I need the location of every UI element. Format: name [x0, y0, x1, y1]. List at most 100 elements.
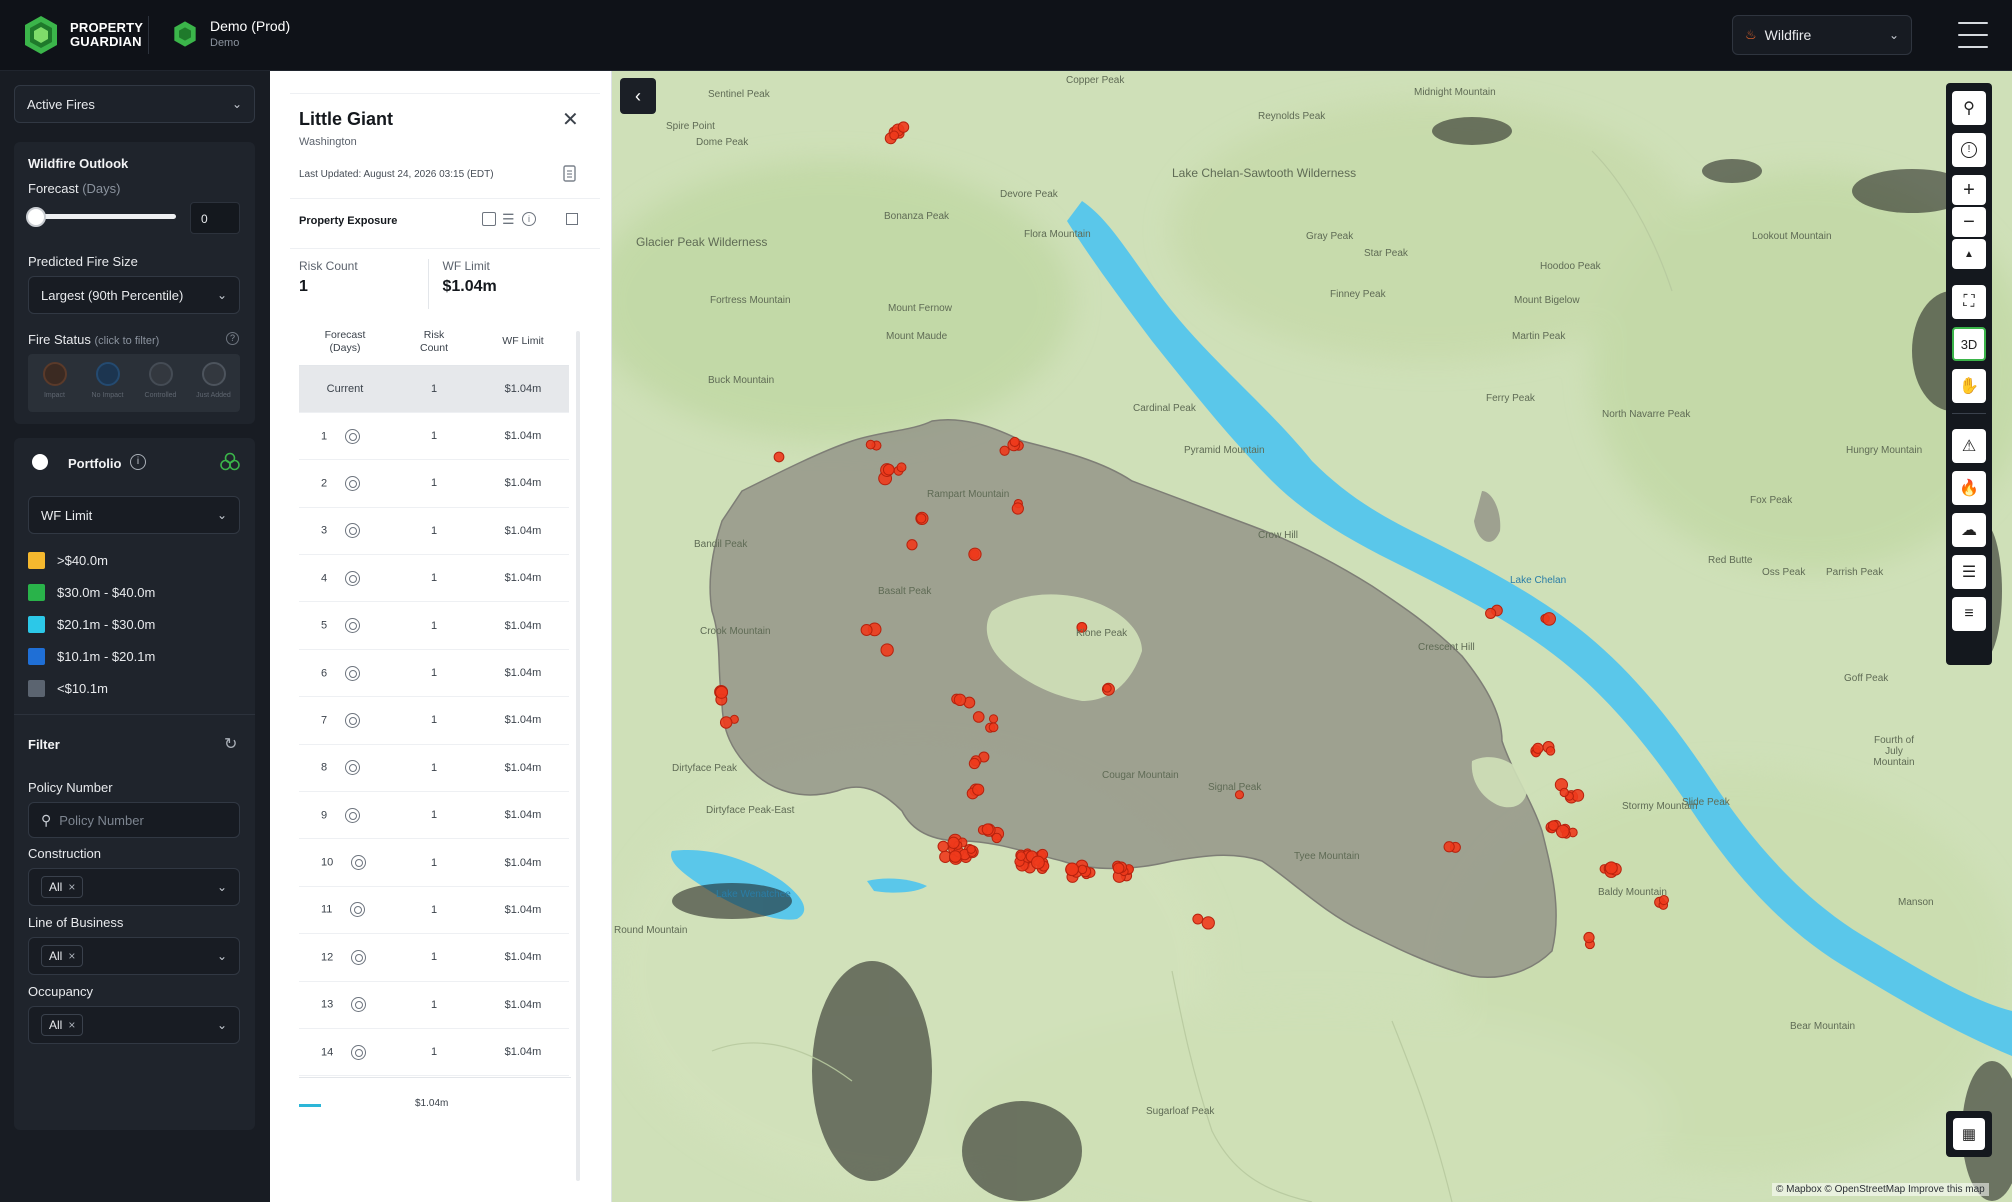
hamburger-menu-icon[interactable] — [1958, 22, 1988, 48]
close-icon[interactable]: ✕ — [562, 107, 579, 132]
target-icon[interactable] — [345, 475, 361, 491]
fire-hotspot[interactable] — [1532, 742, 1544, 754]
table-row[interactable]: 1 1 $1.04m — [299, 412, 569, 461]
target-icon[interactable] — [351, 997, 367, 1013]
fire-hotspot[interactable] — [1192, 913, 1204, 925]
hazard-warning-button[interactable]: ⚠ — [1952, 429, 1986, 463]
target-icon[interactable] — [345, 428, 361, 444]
target-icon[interactable] — [345, 712, 361, 728]
hazard-select[interactable]: ♨ Wildfire ⌄ — [1732, 15, 1912, 55]
fire-hotspot[interactable] — [988, 714, 999, 724]
fire-hotspot[interactable] — [1485, 607, 1497, 619]
fire-hotspot[interactable] — [865, 439, 876, 450]
fire-hotspot[interactable] — [1583, 931, 1595, 944]
target-icon[interactable] — [345, 807, 361, 823]
fire-hotspot[interactable] — [882, 463, 895, 476]
zoom-out-button[interactable]: − — [1952, 207, 1986, 237]
fire-hotspot[interactable] — [1102, 683, 1112, 693]
table-row[interactable]: 13 1 $1.04m — [299, 981, 569, 1029]
construction-chip[interactable]: All × — [41, 876, 84, 898]
fire-layer-button[interactable]: 🔥 — [1952, 471, 1986, 505]
fire-hotspot[interactable] — [1548, 820, 1559, 831]
compass-button[interactable]: ▲ — [1952, 239, 1986, 269]
table-row[interactable]: 11 1 $1.04m — [299, 886, 569, 935]
forecast-slider[interactable] — [26, 207, 176, 227]
status-just-added[interactable]: Just Added — [191, 362, 237, 412]
fire-hotspot[interactable] — [968, 757, 981, 770]
fire-hotspot[interactable] — [947, 836, 960, 849]
table-row[interactable]: 2 1 $1.04m — [299, 459, 569, 508]
info-icon[interactable]: i — [522, 212, 536, 226]
target-icon[interactable] — [345, 665, 361, 681]
target-icon[interactable] — [351, 949, 367, 965]
list-button[interactable]: ≡ — [1952, 597, 1986, 631]
layers-button[interactable]: ☰ — [1952, 555, 1986, 589]
fire-hotspot[interactable] — [1065, 862, 1079, 877]
zoom-in-button[interactable]: + — [1952, 175, 1986, 205]
document-icon[interactable] — [562, 165, 578, 183]
target-icon[interactable] — [345, 523, 361, 539]
table-row[interactable]: 9 1 $1.04m — [299, 791, 569, 840]
fire-hotspot[interactable] — [937, 840, 949, 853]
fire-hotspot[interactable] — [968, 547, 982, 561]
fire-hotspot[interactable] — [1011, 502, 1024, 515]
fire-hotspot[interactable] — [953, 693, 967, 707]
fire-hotspot[interactable] — [906, 539, 918, 551]
map-view[interactable]: Lake Chelan-Sawtooth Wilderness Glacier … — [612, 71, 2012, 1202]
info-icon[interactable]: i — [130, 454, 146, 470]
help-icon[interactable]: ? — [226, 332, 239, 345]
table-row[interactable]: 3 1 $1.04m — [299, 507, 569, 556]
table-row[interactable]: 12 1 $1.04m — [299, 933, 569, 982]
environment-switcher[interactable]: Demo (Prod) Demo — [172, 18, 290, 49]
occupancy-chip[interactable]: All × — [41, 1014, 84, 1036]
table-row[interactable]: 8 1 $1.04m — [299, 744, 569, 793]
scrollbar[interactable] — [576, 331, 580, 1181]
fire-hotspot[interactable] — [988, 722, 999, 733]
fire-hotspot[interactable] — [972, 711, 985, 723]
target-icon[interactable] — [351, 1044, 367, 1060]
forecast-slider-handle[interactable] — [26, 207, 46, 227]
close-icon[interactable]: × — [68, 1018, 75, 1032]
fire-hotspot[interactable] — [981, 823, 994, 836]
table-row[interactable]: 14 1 $1.04m — [299, 1028, 569, 1077]
search-button[interactable]: ⚲ — [1952, 91, 1986, 125]
layer-select[interactable]: Active Fires ⌄ — [14, 85, 255, 123]
table-row[interactable]: 7 1 $1.04m — [299, 696, 569, 745]
app-logo[interactable]: PROPERTY GUARDIAN — [22, 14, 143, 56]
fire-hotspot[interactable] — [1545, 746, 1556, 756]
map-style-button[interactable]: ▦ — [1946, 1111, 1992, 1157]
fire-hotspot[interactable] — [1559, 787, 1569, 798]
close-icon[interactable]: × — [68, 949, 75, 963]
fire-hotspot[interactable] — [1542, 612, 1557, 626]
fire-hotspot[interactable] — [715, 685, 729, 699]
fire-hotspot[interactable] — [1031, 855, 1045, 870]
construction-select[interactable]: All × ⌄ — [28, 868, 240, 906]
fire-hotspot[interactable] — [999, 445, 1010, 456]
fire-hotspot[interactable] — [1201, 916, 1215, 930]
policy-number-input[interactable]: ⚲ Policy Number — [28, 802, 240, 838]
fire-hotspot[interactable] — [773, 451, 785, 463]
map-attribution[interactable]: © Mapbox © OpenStreetMap Improve this ma… — [1772, 1183, 1989, 1196]
fire-hotspot[interactable] — [1009, 436, 1020, 447]
fire-hotspot[interactable] — [1112, 862, 1125, 874]
table-row[interactable]: 10 1 $1.04m — [299, 838, 569, 887]
fire-hotspot[interactable] — [966, 844, 976, 854]
fire-hotspot[interactable] — [916, 513, 927, 524]
close-icon[interactable]: × — [68, 880, 75, 894]
target-icon[interactable] — [345, 760, 361, 776]
fire-hotspot[interactable] — [972, 783, 985, 796]
fire-hotspot[interactable] — [860, 624, 873, 636]
target-icon[interactable] — [351, 855, 367, 871]
collapse-panel-button[interactable]: ‹ — [620, 78, 656, 114]
fire-hotspot[interactable] — [948, 850, 962, 863]
status-impact[interactable]: Impact — [32, 362, 78, 412]
occupancy-select[interactable]: All × ⌄ — [28, 1006, 240, 1044]
weather-button[interactable]: ☁ — [1952, 513, 1986, 547]
table-row[interactable]: 5 1 $1.04m — [299, 601, 569, 650]
fire-hotspot[interactable] — [1077, 864, 1088, 875]
fire-hotspot[interactable] — [880, 643, 894, 657]
pan-button[interactable]: ✋ — [1952, 369, 1986, 403]
table-row[interactable]: 4 1 $1.04m — [299, 554, 569, 603]
forecast-value-input[interactable]: 0 — [190, 202, 240, 234]
portfolio-metric-select[interactable]: WF Limit ⌄ — [28, 496, 240, 534]
